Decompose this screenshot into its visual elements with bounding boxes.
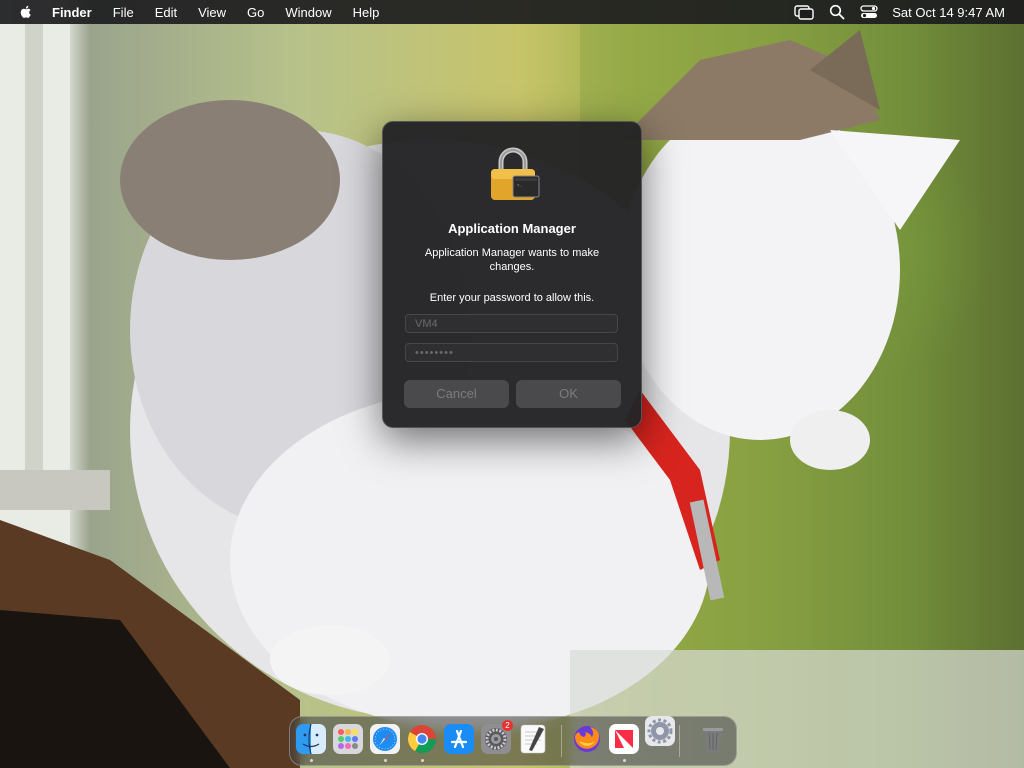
apple-menu-icon[interactable] bbox=[18, 4, 34, 20]
firefox-icon[interactable] bbox=[571, 723, 603, 755]
dock-running-dot bbox=[421, 759, 424, 762]
control-center-icon[interactable] bbox=[860, 4, 878, 20]
menu-bar: Finder File Edit View Go Window Help Sat… bbox=[0, 0, 1024, 24]
dock: 2 bbox=[289, 716, 737, 766]
dock-separator bbox=[561, 725, 562, 757]
menu-window[interactable]: Window bbox=[285, 5, 331, 20]
launchpad-icon[interactable] bbox=[332, 723, 364, 755]
finder-icon[interactable] bbox=[295, 723, 327, 755]
gear-app-icon[interactable] bbox=[644, 715, 676, 747]
dialog-message: Application Manager wants to make change… bbox=[424, 247, 600, 273]
menu-help[interactable]: Help bbox=[353, 5, 380, 20]
dialog-prompt: Enter your password to allow this. bbox=[429, 292, 595, 304]
dock-running-dot bbox=[310, 759, 313, 762]
chrome-icon[interactable] bbox=[406, 723, 438, 755]
safari-icon[interactable] bbox=[369, 723, 401, 755]
menu-app-name[interactable]: Finder bbox=[52, 5, 92, 20]
svg-text:>_: >_ bbox=[517, 183, 522, 188]
username-field[interactable]: VM4 bbox=[405, 314, 618, 333]
menu-go[interactable]: Go bbox=[247, 5, 264, 20]
screen-mirroring-icon[interactable] bbox=[794, 4, 814, 20]
password-field[interactable]: •••••••• bbox=[405, 343, 618, 362]
dock-running-dot bbox=[623, 759, 626, 762]
padlock-terminal-icon: >_ bbox=[491, 147, 540, 200]
app-store-icon[interactable] bbox=[443, 723, 475, 755]
notification-badge: 2 bbox=[502, 720, 513, 731]
cancel-button[interactable]: Cancel bbox=[404, 380, 509, 408]
menu-view[interactable]: View bbox=[198, 5, 226, 20]
spotlight-search-icon[interactable] bbox=[829, 4, 845, 20]
menu-edit[interactable]: Edit bbox=[155, 5, 177, 20]
dock-running-dot bbox=[384, 759, 387, 762]
authentication-dialog: >_ Application Manager Application Manag… bbox=[382, 121, 642, 428]
menu-file[interactable]: File bbox=[113, 5, 134, 20]
menu-bar-extras: Sat Oct 14 9:47 AM bbox=[794, 0, 1005, 24]
news-icon[interactable] bbox=[608, 723, 640, 755]
textedit-icon[interactable] bbox=[517, 723, 549, 755]
menu-bar-clock[interactable]: Sat Oct 14 9:47 AM bbox=[892, 5, 1005, 20]
trash-icon[interactable] bbox=[697, 723, 729, 755]
ok-button[interactable]: OK bbox=[516, 380, 621, 408]
dialog-title: Application Manager bbox=[448, 221, 576, 236]
dock-separator bbox=[679, 725, 680, 757]
